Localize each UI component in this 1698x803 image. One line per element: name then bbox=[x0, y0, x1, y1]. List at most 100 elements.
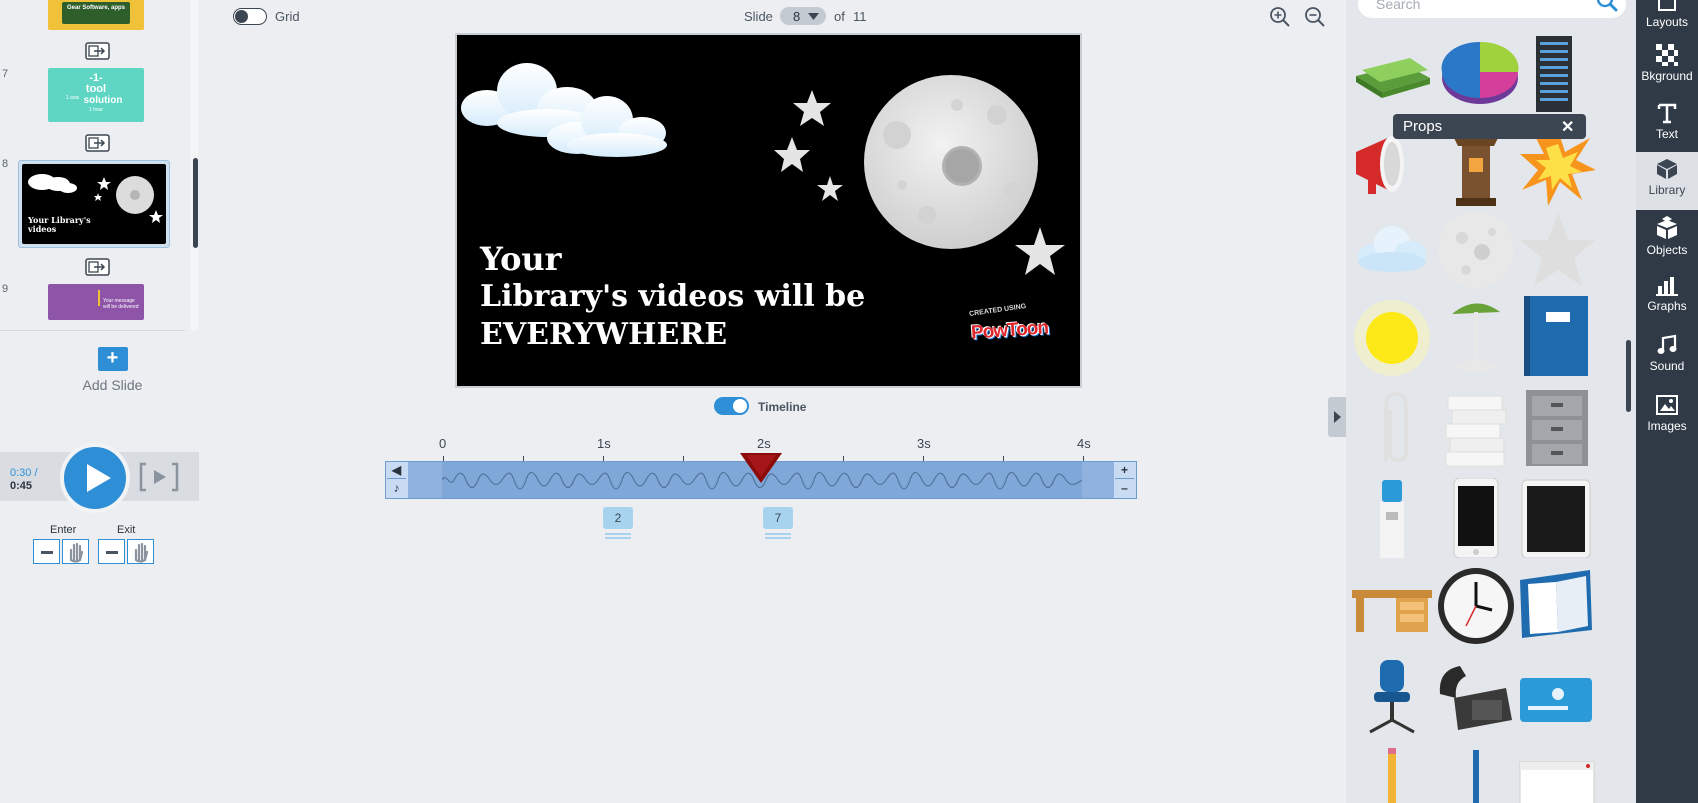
slide-select[interactable]: 8 bbox=[780, 7, 826, 25]
prop-cloud[interactable] bbox=[1352, 210, 1432, 290]
prop-office-chair[interactable] bbox=[1352, 658, 1432, 738]
chevron-right-icon bbox=[1334, 411, 1341, 423]
grid-label: Grid bbox=[275, 9, 300, 24]
enter-none-button[interactable] bbox=[33, 539, 60, 564]
tool-sound[interactable]: Sound bbox=[1636, 328, 1698, 386]
slide-thumb-caption: Gear Software, apps bbox=[66, 5, 126, 11]
props-tooltip-title: Props bbox=[1403, 118, 1443, 135]
play-from-here-button[interactable] bbox=[139, 462, 179, 497]
prop-tablet[interactable] bbox=[1516, 478, 1596, 558]
slide-number: 9 bbox=[2, 283, 9, 295]
divider bbox=[0, 330, 185, 331]
zoom-timeline-in-button[interactable]: + bbox=[1115, 462, 1134, 479]
slide-thumb-6[interactable]: Gear Software, apps bbox=[48, 0, 144, 30]
prop-credit-card[interactable] bbox=[1516, 658, 1596, 738]
prop-server-rack[interactable] bbox=[1514, 34, 1594, 114]
prop-book[interactable] bbox=[1516, 296, 1596, 376]
watermark-brand-text: PowToon bbox=[970, 317, 1049, 344]
slide-thumb-caption: tool bbox=[85, 83, 107, 95]
prop-filing-cabinet[interactable] bbox=[1516, 388, 1596, 468]
prop-explosion[interactable] bbox=[1518, 128, 1598, 208]
star-graphic bbox=[817, 176, 843, 201]
hand-icon bbox=[134, 542, 149, 563]
volume-icon[interactable]: ◀ bbox=[387, 462, 406, 479]
library-search-input[interactable]: Search bbox=[1358, 0, 1626, 18]
slide-canvas[interactable]: Your Library's videos will be EVERYWHERE… bbox=[455, 33, 1082, 388]
grid-toggle[interactable] bbox=[233, 8, 267, 25]
slide-list-scrollbar[interactable] bbox=[193, 158, 198, 248]
slide-thumb-9[interactable]: Your message will be delivered bbox=[48, 284, 144, 320]
prop-desk-phone[interactable] bbox=[1436, 658, 1516, 738]
prop-moon[interactable] bbox=[1436, 210, 1516, 290]
slide-number: 8 bbox=[2, 158, 9, 170]
transition-icon[interactable] bbox=[85, 134, 110, 152]
marker-number: 2 bbox=[614, 511, 622, 525]
prop-wall-clock[interactable] bbox=[1436, 566, 1516, 646]
tool-graphs[interactable]: Graphs bbox=[1636, 268, 1698, 326]
close-icon[interactable]: ✕ bbox=[1561, 117, 1574, 137]
timeline-playhead[interactable] bbox=[740, 453, 782, 488]
zoom-in-button[interactable] bbox=[1269, 6, 1291, 33]
layouts-icon bbox=[1658, 0, 1676, 11]
prop-sun[interactable] bbox=[1352, 298, 1432, 378]
prop-pen[interactable] bbox=[1436, 748, 1516, 803]
prop-smartphone[interactable] bbox=[1436, 478, 1516, 558]
add-slide-button[interactable]: + Add Slide bbox=[60, 347, 165, 393]
star-graphic bbox=[774, 137, 810, 172]
tool-library[interactable]: Library bbox=[1636, 152, 1698, 210]
prop-star[interactable] bbox=[1518, 210, 1598, 290]
prop-desk-lamp[interactable] bbox=[1436, 296, 1516, 376]
add-slide-label: Add Slide bbox=[82, 377, 143, 393]
transition-icon[interactable] bbox=[85, 258, 110, 276]
prop-paperclip[interactable] bbox=[1352, 388, 1432, 468]
timeline-marker[interactable]: 2 bbox=[603, 507, 633, 541]
prop-podium[interactable] bbox=[1436, 128, 1516, 208]
prop-pie-chart[interactable] bbox=[1440, 32, 1520, 112]
music-note-icon[interactable]: ♪ bbox=[387, 480, 406, 497]
exit-hand-button[interactable] bbox=[127, 539, 154, 564]
checker-icon bbox=[1656, 44, 1678, 66]
tool-label: Text bbox=[1655, 127, 1678, 141]
cube-icon bbox=[1657, 159, 1677, 179]
slide-thumb-caption: 1 hour bbox=[88, 107, 104, 113]
tool-images[interactable]: Images bbox=[1636, 388, 1698, 446]
zoom-timeline-out-button[interactable]: – bbox=[1115, 480, 1134, 497]
play-button[interactable] bbox=[60, 443, 130, 513]
library-scrollbar[interactable] bbox=[1626, 340, 1631, 412]
tool-text[interactable]: Text bbox=[1636, 96, 1698, 154]
timeline-marker[interactable]: 7 bbox=[763, 507, 793, 541]
props-category-tooltip: Props ✕ bbox=[1393, 114, 1586, 139]
slide-headline[interactable]: Your Library's videos will be EVERYWHERE bbox=[480, 240, 865, 354]
slide-thumb-caption: solution bbox=[83, 95, 123, 106]
tool-objects[interactable]: Objects bbox=[1636, 208, 1698, 266]
prop-megaphone[interactable] bbox=[1352, 128, 1432, 208]
moon-graphic bbox=[864, 75, 1038, 249]
slide-thumb-8[interactable]: Your Library's videos bbox=[22, 164, 166, 244]
search-icon[interactable] bbox=[1594, 0, 1620, 16]
exit-none-button[interactable] bbox=[98, 539, 125, 564]
of-label: of bbox=[834, 9, 845, 24]
enter-hand-button[interactable] bbox=[62, 539, 89, 564]
prop-folder[interactable] bbox=[1516, 566, 1596, 646]
library-collapse-button[interactable] bbox=[1328, 397, 1346, 437]
cloud-graphic bbox=[461, 63, 667, 157]
slide-thumb-7[interactable]: -1- tool 1 axis solution 1 hour bbox=[48, 68, 144, 122]
prop-browser-window[interactable] bbox=[1516, 760, 1596, 803]
prop-money[interactable] bbox=[1352, 36, 1432, 116]
prop-paper-stack[interactable] bbox=[1436, 388, 1516, 468]
transition-icon[interactable] bbox=[85, 42, 110, 60]
tick-label: 1s bbox=[597, 436, 611, 451]
chevron-down-icon bbox=[808, 13, 819, 20]
track-left-controls: ◀ ♪ bbox=[386, 462, 408, 498]
zoom-out-button[interactable] bbox=[1304, 6, 1326, 33]
tool-background[interactable]: Bkground bbox=[1636, 38, 1698, 96]
tick-label: 4s bbox=[1077, 436, 1091, 451]
prop-water-cooler[interactable] bbox=[1352, 478, 1432, 558]
tick-label: 3s bbox=[917, 436, 931, 451]
timeline-toggle[interactable] bbox=[714, 397, 749, 415]
box-icon bbox=[1657, 216, 1677, 239]
play-icon bbox=[87, 464, 111, 492]
prop-pencil[interactable] bbox=[1352, 748, 1432, 803]
prop-desk[interactable] bbox=[1352, 568, 1432, 648]
tick-label: 0 bbox=[439, 436, 447, 451]
